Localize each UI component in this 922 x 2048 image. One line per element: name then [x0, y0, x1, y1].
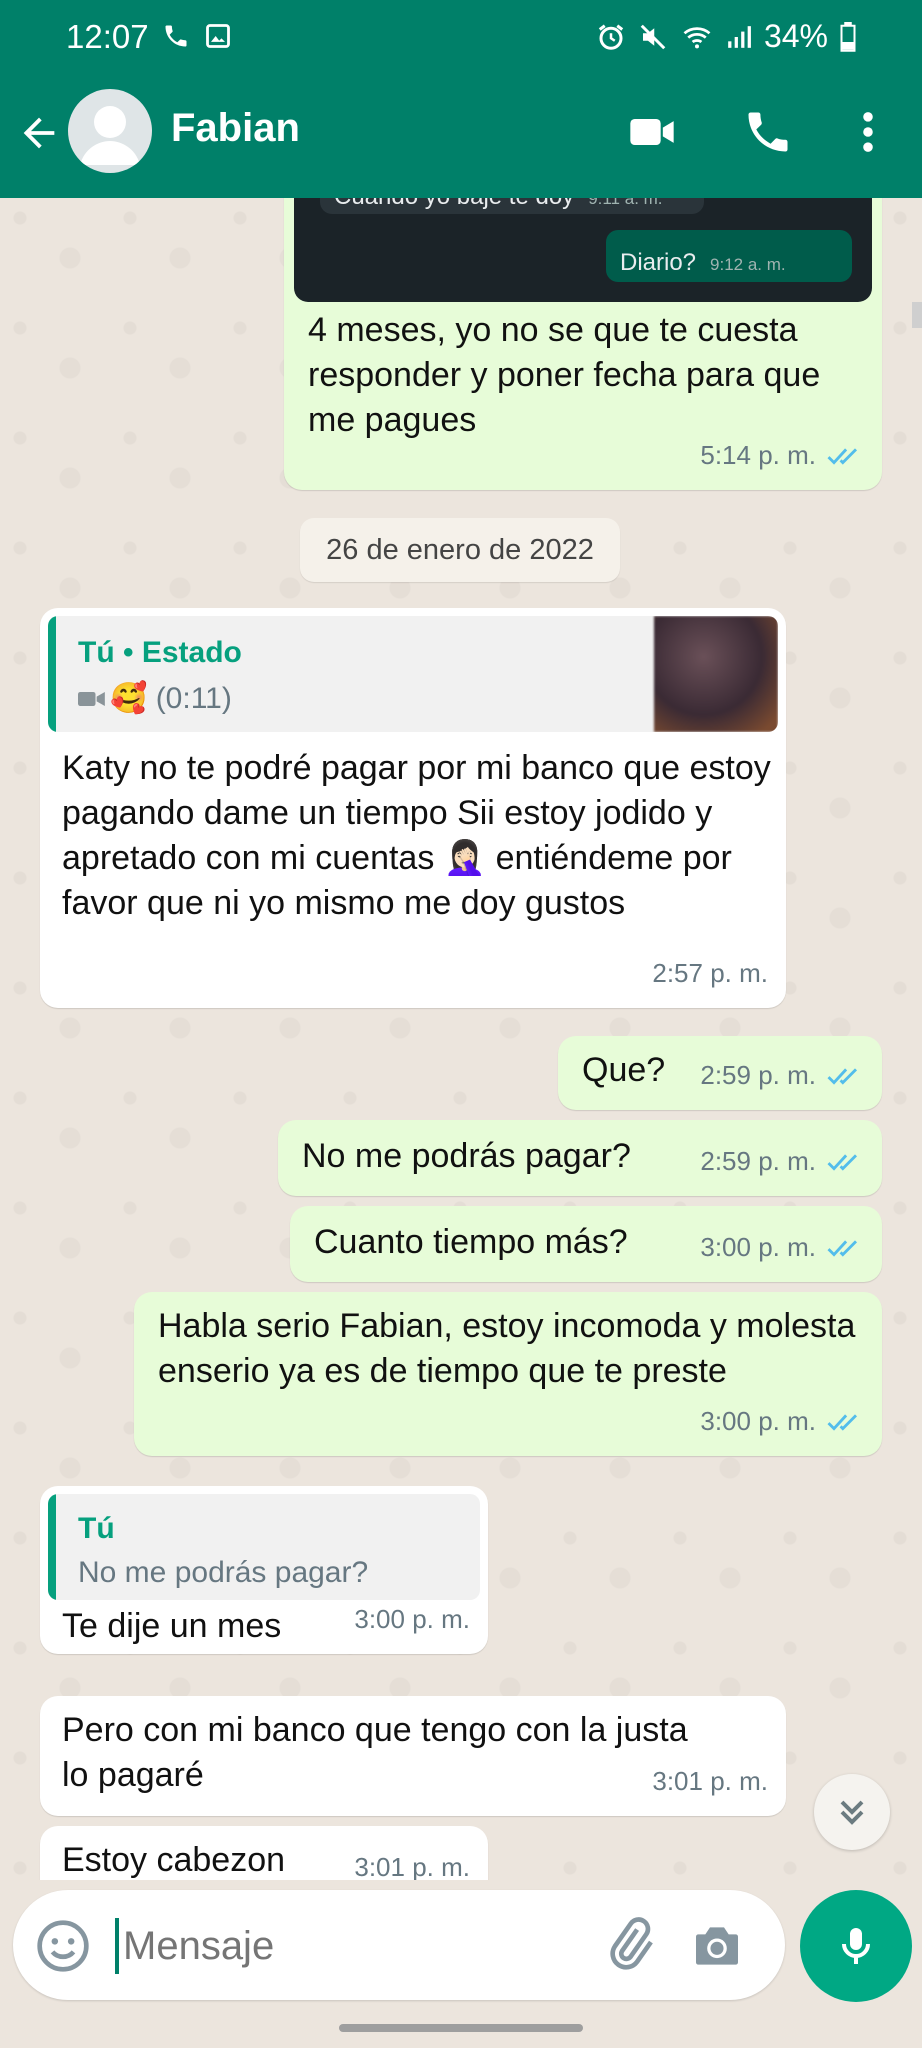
screenshot-incoming-time: 9:11 a. m.: [588, 198, 663, 208]
message-meta: 2:59 p. m.: [700, 1139, 864, 1184]
default-avatar-icon: [80, 106, 140, 165]
screenshot-outgoing-bubble: Diario? 9:12 a. m.: [606, 230, 852, 282]
message-time: 3:00 p. m.: [700, 1406, 816, 1436]
wifi-icon: [683, 26, 711, 48]
status-thumbnail: [654, 616, 778, 732]
back-arrow-icon[interactable]: [16, 110, 62, 156]
message-meta: 2:59 p. m.: [700, 1053, 864, 1098]
home-gesture-pill[interactable]: [339, 2024, 583, 2032]
alarm-icon: [598, 24, 624, 50]
quote-author: Tú: [78, 1512, 115, 1545]
message-meta: 3:00 p. m.: [700, 1399, 864, 1444]
scroll-to-bottom-button[interactable]: [814, 1774, 890, 1850]
double-chevron-down-icon: [840, 1800, 864, 1825]
quote-duration: 🥰 (0:11): [110, 682, 232, 715]
message-meta: 5:14 p. m.: [700, 433, 864, 478]
video-icon: [78, 691, 105, 706]
message-outgoing[interactable]: Habla serio Fabian, estoy incomoda y mol…: [134, 1292, 882, 1456]
screenshot-incoming-text: Cuando yo baje te doy: [334, 198, 574, 210]
voice-call-icon[interactable]: [742, 106, 794, 158]
read-ticks-icon: [827, 1239, 858, 1257]
message-time: 3:00 p. m.: [700, 1232, 816, 1262]
microphone-icon: [842, 1928, 870, 1964]
message-meta: 3:01 p. m.: [354, 1845, 470, 1880]
status-left-icons: [162, 22, 232, 50]
camera-icon[interactable]: [689, 1918, 745, 1974]
signal-icon: [728, 25, 751, 48]
message-outgoing[interactable]: Que? 2:59 p. m.: [558, 1036, 882, 1110]
status-bar: 12:07 34%: [0, 0, 922, 80]
message-incoming[interactable]: Pero con mi banco que tengo con la justa…: [40, 1696, 786, 1816]
message-text: Katy no te podré pagar por mi banco que …: [62, 749, 771, 922]
read-ticks-icon: [827, 1153, 858, 1171]
quoted-message[interactable]: Tú No me podrás pagar?: [48, 1494, 480, 1600]
message-outgoing[interactable]: No me podrás pagar? 2:59 p. m.: [278, 1120, 882, 1196]
message-meta: 3:01 p. m.: [652, 1759, 768, 1804]
chat-messages[interactable]: Cuando yo baje te doy 9:11 a. m. Diario? 9…: [0, 198, 922, 1880]
message-time: 3:01 p. m.: [354, 1852, 470, 1880]
call-status-icon: [165, 25, 187, 47]
message-meta: 3:00 p. m.: [354, 1597, 470, 1642]
message-meta: 2:57 p. m.: [652, 951, 768, 996]
battery-percent: 34%: [763, 18, 828, 54]
chat-header: Fabian: [0, 80, 922, 198]
message-compose-bar: [13, 1890, 785, 2000]
message-time: 3:00 p. m.: [354, 1604, 470, 1634]
message-text: Que?: [582, 1051, 666, 1089]
contact-name[interactable]: Fabian: [171, 106, 300, 151]
message-text: 4 meses, yo no se que te cuesta responde…: [308, 311, 821, 439]
message-incoming-status-reply[interactable]: Tú • Estado 🥰 (0:11) Katy no te podré pa…: [40, 608, 786, 1008]
system-nav-bar: [0, 2010, 922, 2048]
message-time: 2:57 p. m.: [652, 958, 768, 988]
gallery-icon: [206, 24, 230, 48]
message-outgoing-image[interactable]: Cuando yo baje te doy 9:11 a. m. Diario? 9…: [284, 198, 882, 490]
message-time: 2:59 p. m.: [700, 1060, 816, 1090]
screenshot-outgoing-text: Diario?: [620, 249, 697, 276]
video-call-icon[interactable]: [626, 106, 678, 158]
message-text: Te dije un mes: [62, 1607, 282, 1645]
read-ticks-icon: [827, 447, 858, 465]
screenshot-outgoing-time: 9:12 a. m.: [710, 255, 786, 274]
voice-record-button[interactable]: [800, 1890, 912, 2002]
scrollbar-thumb[interactable]: [912, 302, 922, 328]
quoted-status[interactable]: Tú • Estado 🥰 (0:11): [48, 616, 778, 732]
message-text: Estoy cabezon: [62, 1841, 286, 1879]
message-time: 5:14 p. m.: [700, 440, 816, 470]
read-ticks-icon: [827, 1413, 858, 1431]
screenshot-incoming-bubble: Cuando yo baje te doy 9:11 a. m.: [320, 198, 704, 214]
message-time: 3:01 p. m.: [652, 1766, 768, 1796]
status-time: 12:07: [66, 18, 149, 55]
message-incoming-reply[interactable]: Tú No me podrás pagar? Te dije un mes 3:…: [40, 1486, 488, 1654]
message-incoming[interactable]: Estoy cabezon 3:01 p. m.: [40, 1826, 488, 1880]
text-cursor: [115, 1918, 119, 1974]
date-chip: 26 de enero de 2022: [300, 518, 620, 582]
message-input[interactable]: [123, 1916, 553, 1976]
quote-caption: 🥰 (0:11): [78, 676, 232, 721]
message-text: Pero con mi banco que tengo con la justa…: [62, 1711, 688, 1794]
message-text: No me podrás pagar?: [302, 1137, 631, 1175]
message-text: Cuanto tiempo más?: [314, 1223, 628, 1261]
avatar[interactable]: [68, 89, 152, 173]
screenshot-image[interactable]: Cuando yo baje te doy 9:11 a. m. Diario? 9…: [294, 198, 872, 302]
quote-bar: [48, 616, 56, 732]
emoji-icon[interactable]: [35, 1918, 91, 1974]
more-options-icon[interactable]: [842, 106, 894, 158]
message-time: 2:59 p. m.: [700, 1146, 816, 1176]
status-right-icons: 34%: [596, 18, 856, 55]
message-meta: 3:00 p. m.: [700, 1225, 864, 1270]
battery-icon: [840, 21, 856, 52]
quote-bar: [48, 1494, 56, 1600]
mute-icon: [640, 24, 666, 49]
message-text: Habla serio Fabian, estoy incomoda y mol…: [158, 1307, 856, 1390]
attach-icon[interactable]: [601, 1916, 657, 1972]
quote-text: No me podrás pagar?: [78, 1556, 369, 1589]
read-ticks-icon: [827, 1067, 858, 1085]
message-outgoing[interactable]: Cuanto tiempo más? 3:00 p. m.: [290, 1206, 882, 1282]
quote-author: Tú • Estado: [78, 636, 242, 669]
